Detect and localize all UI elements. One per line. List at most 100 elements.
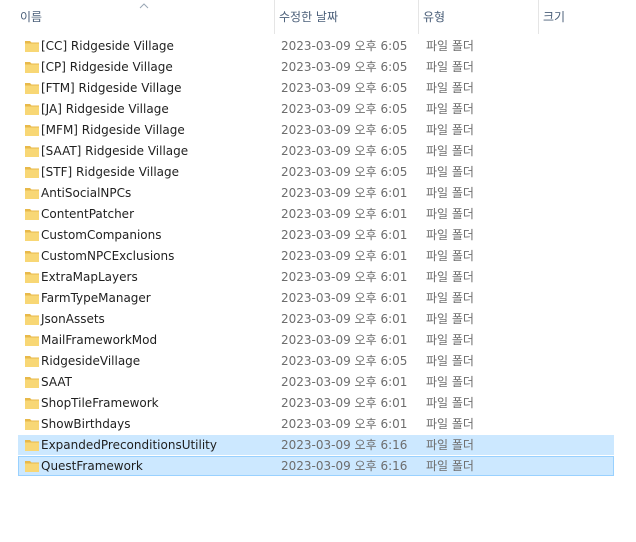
file-type: 파일 폴더 — [426, 459, 474, 473]
file-type: 파일 폴더 — [426, 228, 474, 242]
file-date-modified: 2023-03-09 오후 6:01 — [281, 396, 408, 410]
file-row[interactable]: ExtraMapLayers 2023-03-09 오후 6:01 파일 폴더 — [18, 267, 614, 287]
file-type: 파일 폴더 — [426, 249, 474, 263]
file-type: 파일 폴더 — [426, 123, 474, 137]
file-date-modified: 2023-03-09 오후 6:01 — [281, 333, 408, 347]
file-name: ShowBirthdays — [41, 417, 131, 431]
file-name: QuestFramework — [41, 459, 143, 473]
folder-icon — [25, 398, 39, 409]
file-type: 파일 폴더 — [426, 207, 474, 221]
file-date-modified: 2023-03-09 오후 6:01 — [281, 291, 408, 305]
file-name: ContentPatcher — [41, 207, 134, 221]
file-date-modified: 2023-03-09 오후 6:01 — [281, 228, 408, 242]
file-row[interactable]: CustomNPCExclusions 2023-03-09 오후 6:01 파일 … — [18, 246, 614, 266]
file-date-modified: 2023-03-09 오후 6:05 — [281, 354, 408, 368]
file-row[interactable]: MailFrameworkMod 2023-03-09 오후 6:01 파일 폴더 — [18, 330, 614, 350]
file-row[interactable]: QuestFramework 2023-03-09 오후 6:16 파일 폴더 — [18, 456, 614, 476]
column-header-size[interactable]: 크기 — [538, 0, 618, 34]
folder-icon — [25, 377, 39, 388]
file-type: 파일 폴더 — [426, 144, 474, 158]
folder-icon — [25, 251, 39, 262]
column-header-type-label: 유형 — [423, 10, 446, 24]
file-row[interactable]: ContentPatcher 2023-03-09 오후 6:01 파일 폴더 — [18, 204, 614, 224]
file-row[interactable]: SAAT 2023-03-09 오후 6:01 파일 폴더 — [18, 372, 614, 392]
file-row[interactable]: JsonAssets 2023-03-09 오후 6:01 파일 폴더 — [18, 309, 614, 329]
file-type: 파일 폴더 — [426, 81, 474, 95]
file-name: [FTM] Ridgeside Village — [41, 81, 182, 95]
file-date-modified: 2023-03-09 오후 6:16 — [281, 459, 408, 473]
folder-icon — [25, 356, 39, 367]
file-type: 파일 폴더 — [426, 270, 474, 284]
file-type: 파일 폴더 — [426, 354, 474, 368]
folder-icon — [25, 461, 39, 472]
file-name: [CC] Ridgeside Village — [41, 39, 174, 53]
file-row[interactable]: AntiSocialNPCs 2023-03-09 오후 6:01 파일 폴더 — [18, 183, 614, 203]
file-type: 파일 폴더 — [426, 291, 474, 305]
folder-icon — [25, 167, 39, 178]
file-row[interactable]: [JA] Ridgeside Village 2023-03-09 오후 6:05… — [18, 99, 614, 119]
file-date-modified: 2023-03-09 오후 6:01 — [281, 207, 408, 221]
file-row[interactable]: [SAAT] Ridgeside Village 2023-03-09 오후 6:… — [18, 141, 614, 161]
folder-icon — [25, 41, 39, 52]
file-row[interactable]: [STF] Ridgeside Village 2023-03-09 오후 6:0… — [18, 162, 614, 182]
file-type: 파일 폴더 — [426, 333, 474, 347]
folder-icon — [25, 62, 39, 73]
file-type: 파일 폴더 — [426, 375, 474, 389]
file-name: [CP] Ridgeside Village — [41, 60, 173, 74]
folder-icon — [25, 293, 39, 304]
folder-icon — [25, 125, 39, 136]
column-header-type[interactable]: 유형 — [418, 0, 538, 34]
file-row[interactable]: RidgesideVillage 2023-03-09 오후 6:05 파일 폴더 — [18, 351, 614, 371]
file-type: 파일 폴더 — [426, 165, 474, 179]
file-name: JsonAssets — [41, 312, 105, 326]
file-row[interactable]: [FTM] Ridgeside Village 2023-03-09 오후 6:0… — [18, 78, 614, 98]
file-date-modified: 2023-03-09 오후 6:01 — [281, 186, 408, 200]
folder-icon — [25, 272, 39, 283]
file-date-modified: 2023-03-09 오후 6:05 — [281, 165, 408, 179]
file-name: [SAAT] Ridgeside Village — [41, 144, 189, 158]
file-date-modified: 2023-03-09 오후 6:05 — [281, 81, 408, 95]
file-date-modified: 2023-03-09 오후 6:01 — [281, 417, 408, 431]
file-date-modified: 2023-03-09 오후 6:01 — [281, 312, 408, 326]
file-row[interactable]: ExpandedPreconditionsUtility 2023-03-09 오… — [18, 435, 614, 455]
file-type: 파일 폴더 — [426, 102, 474, 116]
file-type: 파일 폴더 — [426, 312, 474, 326]
file-type: 파일 폴더 — [426, 438, 474, 452]
file-row[interactable]: ShowBirthdays 2023-03-09 오후 6:01 파일 폴더 — [18, 414, 614, 434]
file-row[interactable]: [CC] Ridgeside Village 2023-03-09 오후 6:05… — [18, 36, 614, 56]
file-name: CustomCompanions — [41, 228, 162, 242]
folder-icon — [25, 335, 39, 346]
folder-icon — [25, 209, 39, 220]
folder-icon — [25, 188, 39, 199]
file-name: FarmTypeManager — [41, 291, 151, 305]
file-date-modified: 2023-03-09 오후 6:05 — [281, 102, 408, 116]
file-date-modified: 2023-03-09 오후 6:05 — [281, 123, 408, 137]
sort-ascending-icon — [139, 3, 149, 9]
file-name: SAAT — [41, 375, 72, 389]
file-name: [STF] Ridgeside Village — [41, 165, 180, 179]
folder-icon — [25, 314, 39, 325]
file-date-modified: 2023-03-09 오후 6:01 — [281, 375, 408, 389]
file-row[interactable]: [CP] Ridgeside Village 2023-03-09 오후 6:05… — [18, 57, 614, 77]
file-name: [MFM] Ridgeside Village — [41, 123, 185, 137]
file-date-modified: 2023-03-09 오후 6:05 — [281, 39, 408, 53]
file-row[interactable]: CustomCompanions 2023-03-09 오후 6:01 파일 폴더 — [18, 225, 614, 245]
file-row[interactable]: ShopTileFramework 2023-03-09 오후 6:01 파일 폴더 — [18, 393, 614, 413]
file-type: 파일 폴더 — [426, 417, 474, 431]
file-type: 파일 폴더 — [426, 39, 474, 53]
file-row[interactable]: [MFM] Ridgeside Village 2023-03-09 오후 6:0… — [18, 120, 614, 140]
file-name: AntiSocialNPCs — [41, 186, 132, 200]
folder-icon — [25, 146, 39, 157]
column-header-size-label: 크기 — [543, 10, 566, 24]
file-date-modified: 2023-03-09 오후 6:05 — [281, 60, 408, 74]
file-date-modified: 2023-03-09 오후 6:05 — [281, 144, 408, 158]
file-date-modified: 2023-03-09 오후 6:01 — [281, 249, 408, 263]
column-header-date[interactable]: 수정한 날짜 — [274, 0, 418, 34]
file-type: 파일 폴더 — [426, 60, 474, 74]
file-row[interactable]: FarmTypeManager 2023-03-09 오후 6:01 파일 폴더 — [18, 288, 614, 308]
file-name: ShopTileFramework — [41, 396, 159, 410]
file-type: 파일 폴더 — [426, 186, 474, 200]
folder-icon — [25, 230, 39, 241]
file-name: ExtraMapLayers — [41, 270, 138, 284]
folder-icon — [25, 83, 39, 94]
